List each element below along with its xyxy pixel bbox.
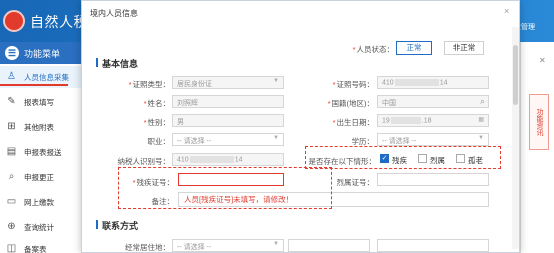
gender-select[interactable]: 男 (172, 114, 284, 127)
chevron-down-icon: ▼ (273, 135, 279, 141)
menu-title: 功能菜单 (24, 49, 61, 59)
chevron-down-icon: ▼ (273, 241, 279, 247)
sidebar-item-label: 其他附表 (24, 123, 54, 132)
chevron-down-icon: ▼ (273, 78, 279, 84)
gender-label: *性别： (143, 118, 170, 127)
close-icon[interactable]: × (504, 6, 509, 16)
sidebar-item-label: 人员信息采集 (24, 73, 69, 82)
dialog-title: 境内人员信息 (90, 9, 138, 18)
id-number-label: *证照号码： (332, 80, 374, 89)
id-number-field[interactable]: 410 14 (377, 76, 489, 89)
search-icon: ⌕ (8, 171, 15, 182)
sidebar-item-label: 申报更正 (24, 173, 54, 182)
sidebar-item-submit-report[interactable]: ▤ 申报表报送 (0, 141, 86, 163)
edit-icon: ✎ (7, 96, 16, 107)
birth-date-label: *出生日期： (332, 118, 374, 127)
dialog-scrollbar[interactable] (512, 27, 519, 249)
status-abnormal-button[interactable]: 非正常 (444, 41, 484, 55)
info-tab[interactable]: 功能资讯 (529, 94, 549, 150)
sidebar-item-query-stats[interactable]: ⊕ 查询统计 (0, 216, 86, 238)
sidebar-item-person-info[interactable]: ♙ 人员信息采集 (0, 66, 86, 88)
record-icon: ◫ (6, 243, 17, 253)
close-icon[interactable]: ✕ (539, 56, 546, 65)
name-field[interactable]: 刘照辉 (172, 95, 284, 108)
occupation-label: 职业： (147, 137, 171, 146)
sidebar-item-report-fill[interactable]: ✎ 报表填写 (0, 91, 86, 113)
nationality-field[interactable]: 中国 ⌕ (377, 95, 489, 108)
person-icon: ♙ (7, 71, 16, 82)
residence-address-field[interactable] (377, 239, 489, 252)
sidebar-item-online-payment[interactable]: ▭ 网上缴款 (0, 191, 86, 213)
calendar-icon[interactable]: ▦ (478, 116, 484, 123)
status-normal-button[interactable]: 正常 (396, 41, 432, 55)
sidebar-item-label: 申报表报送 (24, 148, 62, 157)
sidebar-item-label: 网上缴款 (24, 198, 54, 207)
status-label: *人员状态： (352, 45, 394, 54)
residence-province-select[interactable]: -- 请选择 -- ▼ (172, 239, 284, 252)
section-basic-info: 基本信息 (96, 57, 138, 70)
residence-label: 经常居住地： (125, 243, 170, 252)
id-type-select[interactable]: 居民身份证 ▼ (172, 76, 284, 89)
residence-city-select[interactable] (288, 239, 370, 252)
document-icon: ▤ (6, 146, 17, 157)
menu-header: ☰ 功能菜单 (0, 42, 86, 64)
name-label: *姓名： (143, 99, 170, 108)
nationality-label: *国籍(地区)： (327, 99, 374, 108)
sidebar: ♙ 人员信息采集 ✎ 报表填写 ⊞ 其他附表 ▤ 申报表报送 ⌕ 申报更正 ▭ … (0, 64, 86, 253)
chevron-down-icon: ▼ (478, 135, 484, 141)
situation-highlight (305, 146, 501, 169)
martyr-cert-field[interactable] (377, 173, 489, 186)
sidebar-item-label: 报表填写 (24, 98, 54, 107)
sidebar-item-other-schedules[interactable]: ⊞ 其他附表 (0, 116, 86, 138)
sidebar-item-label: 查询统计 (24, 223, 54, 232)
taxpayer-id-field[interactable]: 410 14 (172, 153, 284, 166)
education-select[interactable]: -- 请选择 -- ▼ (377, 133, 489, 146)
occupation-select[interactable]: -- 请选择 -- ▼ (172, 133, 284, 146)
right-panel: ✕ 功能资讯 (520, 42, 554, 253)
error-highlight (118, 167, 332, 209)
menu-icon: ☰ (5, 46, 19, 60)
section-contact: 联系方式 (96, 219, 138, 232)
person-info-dialog: 境内人员信息 × *人员状态： 正常 非正常 基本信息 *证照类型： 居民身份证… (81, 0, 520, 253)
sidebar-item-correction[interactable]: ⌕ 申报更正 (0, 166, 86, 188)
window-icon: ▭ (6, 196, 17, 207)
stats-icon: ⊕ (7, 221, 16, 232)
search-icon[interactable]: ⌕ (480, 96, 485, 107)
birth-date-field[interactable]: 19.18 ▦ (377, 114, 489, 127)
sidebar-item-filing-form[interactable]: ◫ 备案表 (0, 238, 86, 253)
id-type-label: *证照类型： (128, 80, 170, 89)
tax-logo-icon (3, 10, 25, 32)
sidebar-item-label: 备案表 (24, 245, 47, 253)
taxpayer-id-label: 纳税人识别号： (117, 157, 171, 166)
grid-icon: ⊞ (7, 121, 16, 132)
